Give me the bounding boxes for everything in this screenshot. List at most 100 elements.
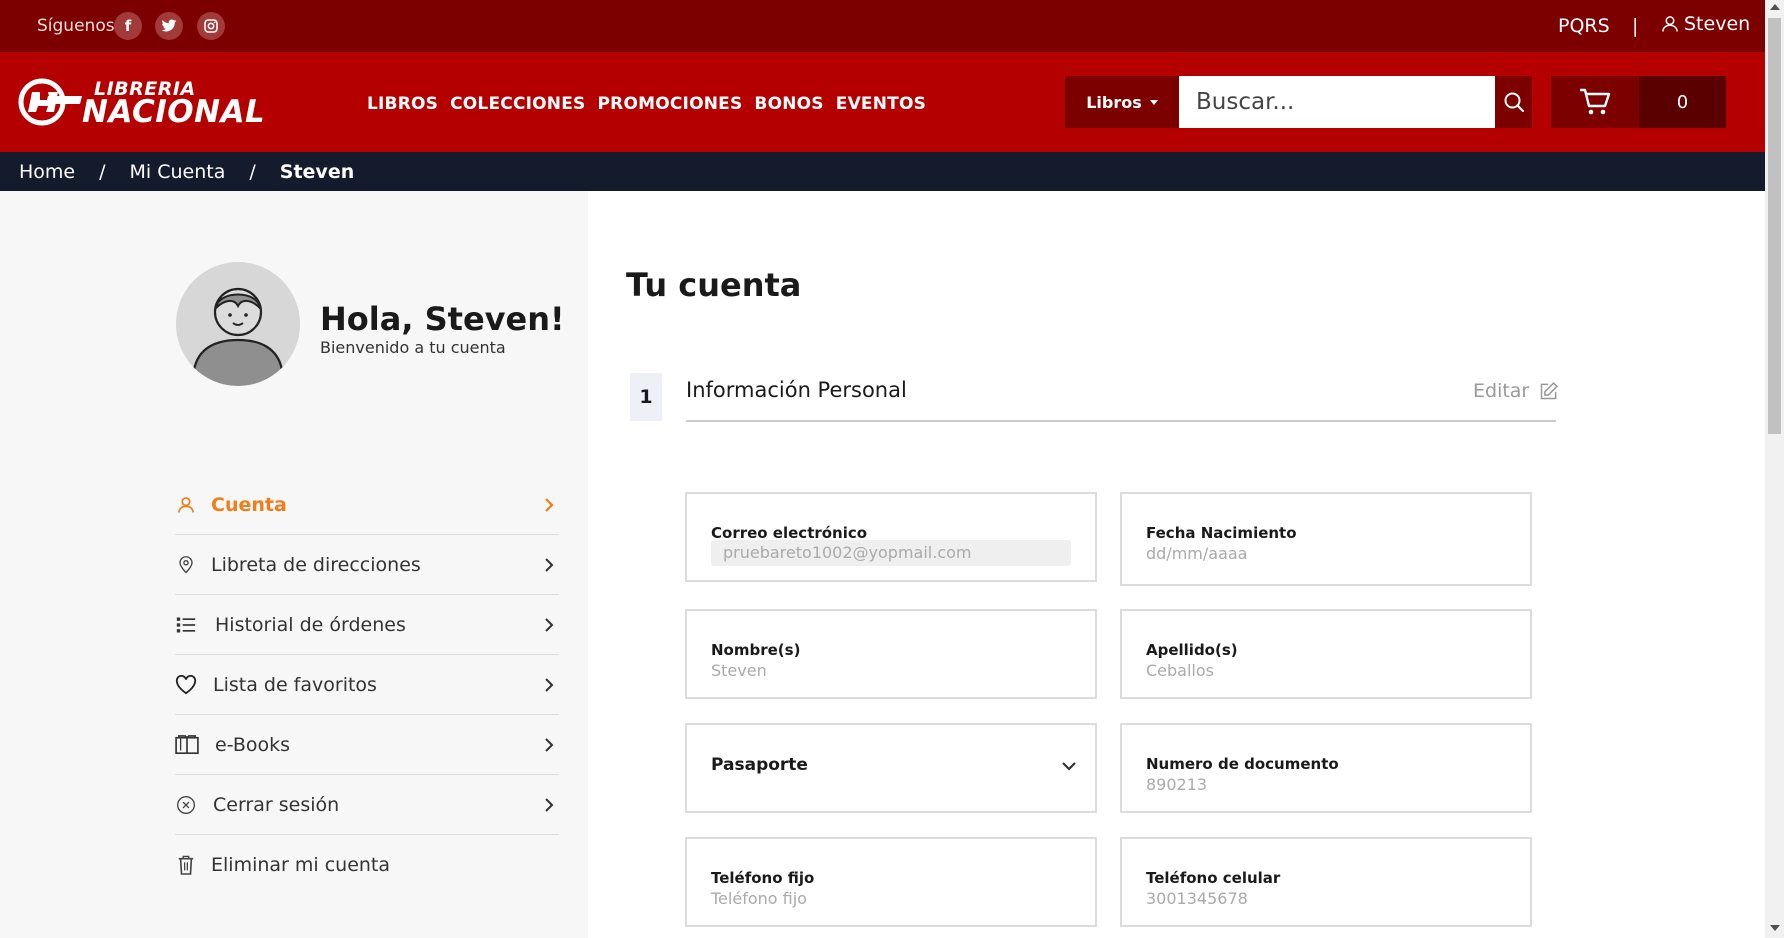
menu-item-cuenta[interactable]: Cuenta <box>175 475 559 535</box>
document-number-field[interactable]: Numero de documento 890213 <box>1120 723 1532 813</box>
main-header: LIBRERIA NACIONAL LIBROS COLECCIONES PRO… <box>0 52 1765 152</box>
chevron-right-icon <box>539 615 559 635</box>
nav-libros[interactable]: LIBROS <box>367 94 438 114</box>
avatar-placeholder-icon <box>176 262 300 386</box>
page-title: Tu cuenta <box>626 266 802 304</box>
search-icon <box>1504 92 1524 113</box>
menu-item-eliminar-cuenta[interactable]: Eliminar mi cuenta <box>175 835 559 895</box>
user-account-link[interactable]: Steven <box>1660 13 1750 35</box>
mobile-field[interactable]: Teléfono celular 3001345678 <box>1120 837 1532 927</box>
landline-placeholder: Teléfono fijo <box>711 889 807 908</box>
mobile-value: 3001345678 <box>1146 889 1248 908</box>
cart-button[interactable]: 0 <box>1551 76 1726 128</box>
menu-item-cerrar-sesion[interactable]: Cerrar sesión <box>175 775 559 835</box>
mobile-label: Teléfono celular <box>1146 869 1281 887</box>
scroll-down-arrow-icon[interactable] <box>1770 925 1780 931</box>
birthdate-field[interactable]: Fecha Nacimiento dd/mm/aaaa <box>1120 492 1532 586</box>
menu-item-label: Libreta de direcciones <box>211 553 421 576</box>
user-icon <box>1662 16 1678 32</box>
libreria-nacional-logo[interactable]: LIBRERIA NACIONAL <box>18 76 273 130</box>
search-button[interactable] <box>1495 76 1532 128</box>
section-title: Información Personal <box>686 378 907 402</box>
scrollbar-thumb[interactable] <box>1768 18 1781 434</box>
location-pin-icon <box>175 554 197 576</box>
document-number-value: 890213 <box>1146 775 1208 794</box>
cart-count: 0 <box>1639 76 1726 128</box>
pqrs-link[interactable]: PQRS <box>1558 15 1610 37</box>
topbar-separator: | <box>1632 15 1639 37</box>
menu-item-label: Cerrar sesión <box>213 793 340 816</box>
email-value: pruebareto1002@yopmail.com <box>711 540 1071 566</box>
nav-eventos[interactable]: EVENTOS <box>836 94 926 114</box>
birthdate-label: Fecha Nacimiento <box>1146 524 1297 542</box>
trash-icon <box>175 854 197 876</box>
section-divider <box>686 420 1556 422</box>
breadcrumb: Home / Mi Cuenta / Steven <box>0 152 1765 191</box>
nav-colecciones[interactable]: COLECCIONES <box>450 94 585 114</box>
instagram-icon[interactable] <box>197 12 225 40</box>
menu-item-label: Cuenta <box>211 493 287 516</box>
account-sidebar: Hola, Steven! Bienvenido a tu cuenta Cue… <box>0 191 588 938</box>
last-name-field[interactable]: Apellido(s) Ceballos <box>1120 609 1532 699</box>
greeting-title: Hola, Steven! <box>320 300 565 338</box>
breadcrumb-separator: / <box>249 160 256 183</box>
edit-label: Editar <box>1473 380 1530 402</box>
landline-label: Teléfono fijo <box>711 869 815 887</box>
close-circle-icon <box>175 794 197 816</box>
book-icon <box>175 734 199 756</box>
scroll-up-arrow-icon[interactable] <box>1770 4 1780 10</box>
first-name-field[interactable]: Nombre(s) Steven <box>685 609 1097 699</box>
last-name-label: Apellido(s) <box>1146 641 1238 659</box>
greeting-subtitle: Bienvenido a tu cuenta <box>320 338 506 357</box>
chevron-right-icon <box>539 675 559 695</box>
menu-item-label: Historial de órdenes <box>215 613 406 636</box>
top-bar: Síguenos f PQRS | Steven <box>0 0 1765 52</box>
edit-button[interactable]: Editar <box>1473 380 1559 402</box>
user-name: Steven <box>1684 13 1751 35</box>
nav-bonos[interactable]: BONOS <box>754 94 823 114</box>
main-nav: LIBROS COLECCIONES PROMOCIONES BONOS EVE… <box>367 94 926 114</box>
chevron-right-icon <box>539 795 559 815</box>
account-menu: Cuenta Libreta de direcciones Historial … <box>175 475 559 895</box>
list-icon <box>175 614 197 636</box>
breadcrumb-mi-cuenta[interactable]: Mi Cuenta <box>130 161 226 183</box>
logo-text-bottom: NACIONAL <box>82 94 266 130</box>
menu-item-label: Lista de favoritos <box>213 673 377 696</box>
breadcrumb-current: Steven <box>279 160 355 183</box>
menu-item-libreta-direcciones[interactable]: Libreta de direcciones <box>175 535 559 595</box>
landline-field[interactable]: Teléfono fijo Teléfono fijo <box>685 837 1097 927</box>
email-field[interactable]: Correo electrónico pruebareto1002@yopmai… <box>685 492 1097 582</box>
document-type-value: Pasaporte <box>711 755 808 775</box>
logo-mark-icon <box>18 78 82 126</box>
first-name-label: Nombre(s) <box>711 641 801 659</box>
menu-item-historial-ordenes[interactable]: Historial de órdenes <box>175 595 559 655</box>
first-name-value: Steven <box>711 661 767 680</box>
search-category-dropdown[interactable]: Libros <box>1065 76 1179 128</box>
cart-icon <box>1580 88 1611 115</box>
section-number: 1 <box>630 373 662 421</box>
twitter-icon[interactable] <box>155 12 183 40</box>
breadcrumb-home[interactable]: Home <box>19 161 75 183</box>
chevron-down-icon <box>1061 757 1077 776</box>
birthdate-value: dd/mm/aaaa <box>1146 544 1248 563</box>
menu-item-label: Eliminar mi cuenta <box>211 854 391 876</box>
caret-down-icon <box>1149 99 1158 105</box>
nav-promociones[interactable]: PROMOCIONES <box>598 94 743 114</box>
breadcrumb-separator: / <box>99 160 106 183</box>
document-number-label: Numero de documento <box>1146 755 1339 773</box>
menu-item-ebooks[interactable]: e-Books <box>175 715 559 775</box>
search-input[interactable] <box>1179 76 1495 128</box>
heart-icon <box>175 674 197 696</box>
search-category-label: Libros <box>1086 92 1142 112</box>
chevron-right-icon <box>539 495 559 515</box>
chevron-right-icon <box>539 555 559 575</box>
follow-us-label: Síguenos <box>37 16 115 36</box>
facebook-icon[interactable]: f <box>114 12 142 40</box>
user-icon <box>175 494 197 516</box>
document-type-select[interactable]: Pasaporte <box>685 723 1097 813</box>
menu-item-lista-favoritos[interactable]: Lista de favoritos <box>175 655 559 715</box>
avatar <box>176 262 300 386</box>
page-scrollbar[interactable] <box>1765 0 1784 938</box>
last-name-value: Ceballos <box>1146 661 1214 680</box>
edit-icon <box>1541 382 1558 400</box>
